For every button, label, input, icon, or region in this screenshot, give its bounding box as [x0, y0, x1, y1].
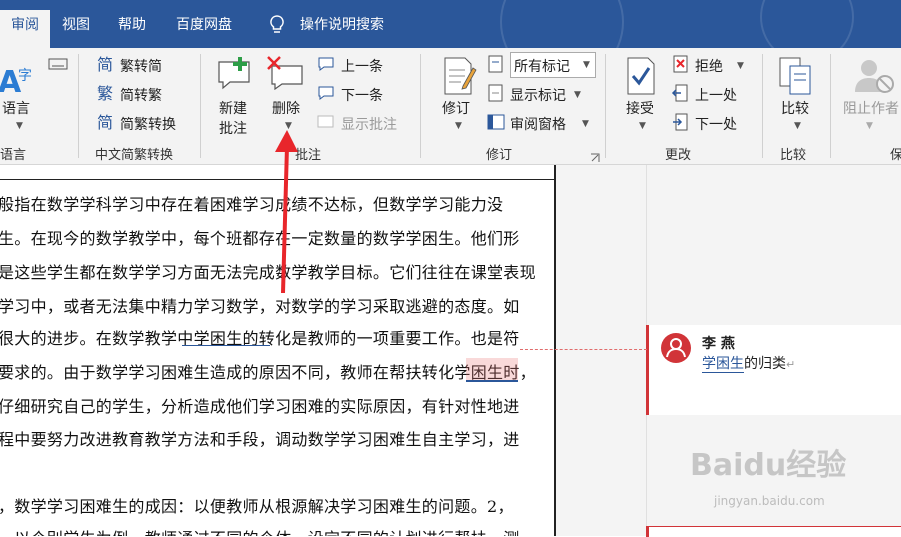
chevron-down-icon[interactable]: ▼: [16, 121, 23, 131]
chinese-conversion-button[interactable]: 简繁转换: [120, 114, 176, 134]
decorative-circle: [760, 0, 854, 48]
accept-label[interactable]: 接受: [626, 98, 654, 118]
comment-text[interactable]: 学困生的归类↵: [702, 353, 795, 373]
display-for-review-select[interactable]: 所有标记 ▼: [510, 52, 596, 78]
new-comment-label-2[interactable]: 批注: [219, 118, 247, 138]
chevron-down-icon[interactable]: ▼: [866, 121, 873, 131]
delete-comment-icon[interactable]: [266, 56, 306, 94]
group-divider: [830, 54, 831, 158]
tab-review[interactable]: 审阅: [0, 10, 50, 48]
group-label-protect: 保: [890, 148, 901, 163]
chevron-down-icon[interactable]: ▼: [639, 121, 646, 131]
next-comment-button[interactable]: 下一条: [341, 85, 383, 105]
display-for-review-value: 所有标记: [514, 59, 570, 75]
previous-comment-button[interactable]: 上一条: [341, 56, 383, 76]
previous-comment-icon: [316, 55, 336, 77]
svg-text:简: 简: [97, 113, 113, 131]
document-line: 般指在数学学科学习中存在着困难学习成绩不达标，但数学学习能力没: [0, 195, 504, 214]
group-label-language: 语言: [0, 148, 27, 163]
document-line: 学习中，或者无法集中精力学习数学，对数学的学习采取逃避的态度。如: [0, 297, 520, 316]
document-line: 是这些学生都在数学学习方面无法完成数学教学目标。它们往往在课堂表现: [0, 263, 536, 282]
group-divider: [605, 54, 606, 158]
next-comment-icon: [316, 84, 336, 106]
watermark-url: jingyan.baidu.com: [714, 494, 825, 508]
ribbon: A字 语言 ▼ 语言 简 繁转简 繁 简转繁 简 简繁转换 中文简繁转换 新建 …: [0, 48, 901, 165]
decorative-circle: [500, 0, 624, 48]
document-line: ，数学学习困难生的成因：以便教师从根源解决学习困难生的问题。2，: [0, 497, 514, 516]
group-divider: [78, 54, 79, 158]
show-markup-button[interactable]: 显示标记: [510, 85, 566, 105]
reject-button[interactable]: 拒绝: [695, 56, 723, 76]
svg-text:繁: 繁: [97, 84, 113, 102]
simplified-to-traditional-icon: 繁: [97, 84, 115, 106]
paragraph-mark-icon: ↵: [786, 358, 796, 371]
tab-bar: 审阅 视图 帮助 百度网盘 操作说明搜索: [0, 0, 901, 48]
reviewing-pane-button[interactable]: 审阅窗格: [510, 114, 566, 134]
document-line: 程中要努力改进教育教学方法和手段，调动数学学习困难生自主学习，进: [0, 430, 520, 449]
chevron-down-icon[interactable]: ▼: [455, 121, 462, 131]
next-change-button[interactable]: 下一处: [695, 114, 737, 134]
group-label-compare: 比较: [780, 148, 807, 163]
next-change-icon: [671, 112, 691, 136]
svg-text:字: 字: [18, 68, 32, 84]
show-comments-button[interactable]: 显示批注: [341, 114, 397, 134]
traditional-to-simplified-icon: 简: [97, 55, 115, 77]
chevron-down-icon[interactable]: ▼: [794, 121, 801, 131]
tab-help[interactable]: 帮助: [118, 10, 146, 40]
comment-author: 李 燕: [702, 336, 735, 352]
show-markup-icon: [486, 83, 506, 107]
simp-to-trad-button[interactable]: 简转繁: [120, 85, 162, 105]
comment-balloon-partial[interactable]: [646, 526, 901, 537]
chevron-down-icon[interactable]: ▼: [583, 60, 590, 70]
reviewing-pane-icon: [486, 112, 506, 136]
svg-text:简: 简: [97, 55, 113, 73]
chevron-down-icon[interactable]: ▼: [574, 90, 581, 100]
new-comment-icon[interactable]: [216, 56, 254, 94]
track-changes-label[interactable]: 修订: [442, 98, 470, 118]
tell-me-search[interactable]: 操作说明搜索: [300, 10, 384, 40]
show-comments-icon: [316, 113, 336, 135]
comment-connector-line: [520, 349, 647, 350]
block-authors-label[interactable]: 阻止作者: [843, 98, 899, 118]
delete-comment-label[interactable]: 删除: [272, 98, 300, 118]
document-line: 要求的。由于数学学习困难生造成的原因不同，教师在帮扶转化学困生时，: [0, 363, 536, 382]
reject-icon: [671, 54, 691, 78]
compare-icon[interactable]: [778, 56, 814, 100]
previous-change-button[interactable]: 上一处: [695, 85, 737, 105]
page-margin: [556, 165, 646, 536]
user-avatar-icon: [661, 333, 691, 363]
group-label-chinese: 中文简繁转换: [95, 148, 174, 163]
comment-text-link[interactable]: 学困生: [702, 356, 744, 373]
trad-to-simp-button[interactable]: 繁转简: [120, 56, 162, 76]
group-divider: [200, 54, 201, 158]
group-label-tracking: 修订: [486, 148, 513, 163]
group-label-changes: 更改: [665, 148, 692, 163]
comment-anchor-highlight[interactable]: [466, 358, 518, 382]
keyboard-icon[interactable]: [48, 56, 68, 75]
comment-text-rest: 的归类: [744, 356, 786, 372]
document-line: ，以个别学生为例，教师通过不同的个体，设定不同的计划进行帮扶，测: [0, 525, 520, 536]
chevron-down-icon[interactable]: ▼: [582, 119, 589, 129]
red-arrow-annotation: [270, 128, 300, 302]
document-line: 生。在现今的数学教学中，每个班都存在一定数量的数学学困生。他们形: [0, 229, 520, 248]
previous-change-icon: [671, 83, 691, 107]
compare-label[interactable]: 比较: [781, 98, 809, 118]
chinese-conversion-icon: 简: [97, 113, 115, 135]
display-for-review-icon: [486, 54, 506, 78]
new-comment-label-1[interactable]: 新建: [219, 98, 247, 118]
hyperlink-underline: [182, 345, 270, 346]
accept-icon[interactable]: [624, 56, 658, 100]
document-line: 仔细研究自己的学生，分析造成他们学习困难的实际原因，有针对性地进: [0, 397, 520, 416]
tab-baidu-netdisk[interactable]: 百度网盘: [176, 10, 232, 40]
track-changes-icon[interactable]: [441, 56, 477, 100]
group-divider: [762, 54, 763, 158]
group-divider: [420, 54, 421, 158]
watermark-logo: Baidu经验: [690, 448, 847, 483]
chevron-down-icon[interactable]: ▼: [737, 61, 744, 71]
language-button-label[interactable]: 语言: [2, 98, 30, 118]
block-authors-icon[interactable]: [853, 56, 897, 100]
comment-balloon[interactable]: 李 燕 学困生的归类↵: [646, 325, 901, 415]
lightbulb-icon: [270, 10, 290, 40]
tab-view[interactable]: 视图: [62, 10, 90, 40]
